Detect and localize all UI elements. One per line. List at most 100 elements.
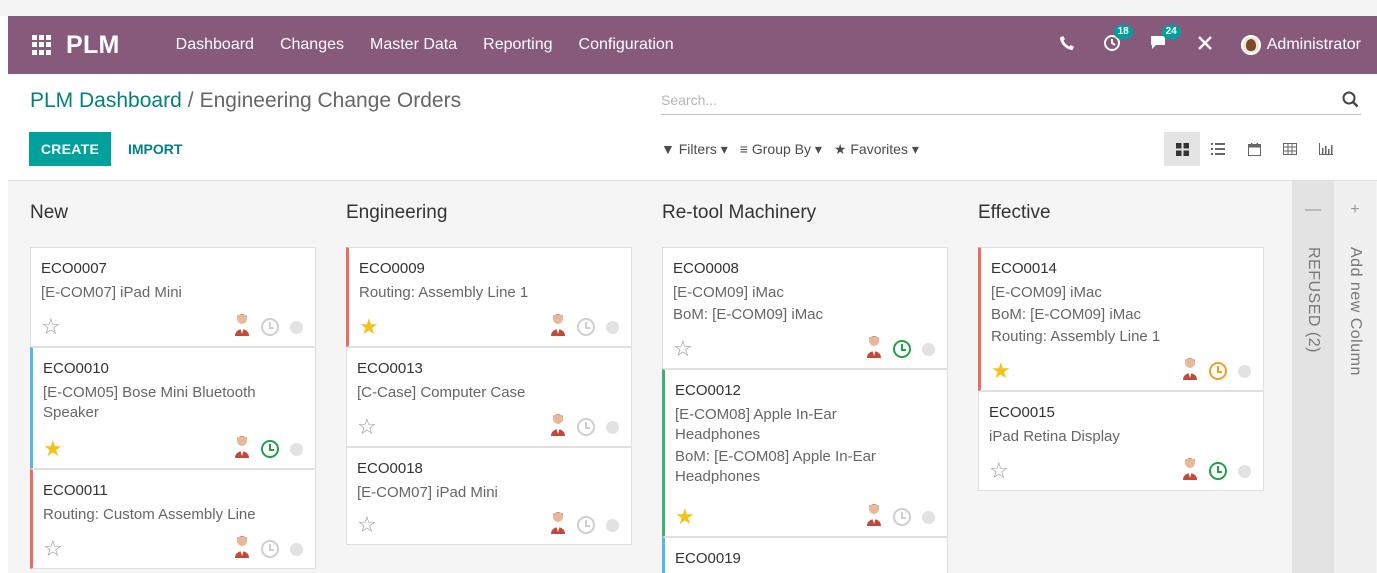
kanban-card[interactable]: ECO0010 [E-COM05] Bose Mini Bluetooth Sp…	[30, 347, 316, 469]
kanban-card[interactable]: ECO0008 [E-COM09] iMac BoM: [E-COM09] iM…	[662, 247, 948, 369]
column-title[interactable]: Effective	[978, 202, 1051, 224]
favorites-dropdown[interactable]: ★ Favorites ▾	[834, 141, 919, 158]
kanban-state-dot[interactable]	[606, 519, 619, 532]
search-input[interactable]	[661, 87, 1321, 113]
user-name[interactable]: Administrator	[1267, 36, 1361, 54]
filters-dropdown[interactable]: ▼ Filters ▾	[661, 141, 728, 158]
kanban-state-dot[interactable]	[290, 321, 303, 334]
star-icon[interactable]: ☆	[673, 338, 693, 360]
kanban-state-dot[interactable]	[290, 443, 303, 456]
card-reference: ECO0014	[991, 260, 1057, 277]
kanban-view-button[interactable]	[1164, 132, 1200, 166]
star-icon[interactable]: ★	[359, 316, 379, 338]
calendar-icon	[1247, 142, 1261, 156]
card-routing: Routing: Custom Assembly Line	[43, 506, 256, 523]
activity-clock-icon[interactable]	[1209, 362, 1227, 380]
card-routing: Routing: Assembly Line 1	[991, 328, 1161, 345]
kanban-card[interactable]: ECO0019	[662, 537, 948, 573]
kanban-state-dot[interactable]	[606, 421, 619, 434]
card-reference: ECO0018	[357, 460, 423, 477]
kanban-state-dot[interactable]	[1238, 365, 1251, 378]
column-title[interactable]: Engineering	[346, 202, 447, 224]
activity-clock-icon[interactable]	[1209, 462, 1227, 480]
calendar-view-button[interactable]	[1236, 132, 1272, 166]
view-switcher	[1164, 132, 1344, 166]
activity-clock-icon[interactable]	[893, 340, 911, 358]
kanban-card[interactable]: ECO0012 [E-COM08] Apple In-Ear Headphone…	[662, 369, 948, 537]
star-icon[interactable]: ☆	[357, 514, 377, 536]
group-by-dropdown[interactable]: ≡ Group By ▾	[740, 141, 822, 158]
card-product: [E-COM09] iMac	[991, 284, 1102, 301]
menu-item-master-data[interactable]: Master Data	[370, 36, 457, 54]
graph-view-button[interactable]	[1308, 132, 1344, 166]
kanban-card[interactable]: ECO0015 iPad Retina Display ☆	[978, 391, 1264, 491]
folded-column-refused[interactable]: — REFUSED (2)	[1292, 181, 1334, 573]
filters-label: Filters	[678, 141, 717, 157]
star-icon[interactable]: ☆	[41, 316, 61, 338]
kanban-card[interactable]: ECO0011 Routing: Custom Assembly Line ☆	[30, 469, 316, 569]
debug-tools-icon[interactable]	[1197, 35, 1213, 56]
column-title[interactable]: Re-tool Machinery	[662, 202, 816, 224]
breadcrumb: PLM Dashboard / Engineering Change Orders	[30, 89, 461, 113]
star-icon[interactable]: ☆	[989, 460, 1009, 482]
import-button[interactable]: IMPORT	[128, 141, 182, 157]
kanban-card[interactable]: ECO0013 [C-Case] Computer Case ☆	[346, 347, 632, 447]
card-product: iPad Retina Display	[989, 428, 1120, 445]
kanban-state-dot[interactable]	[1238, 465, 1251, 478]
navbar-systray: 18 24 Administrator	[1031, 16, 1361, 74]
star-icon[interactable]: ★	[43, 438, 63, 460]
menu-item-reporting[interactable]: Reporting	[483, 36, 552, 54]
activities-icon[interactable]: 18	[1103, 24, 1133, 57]
app-brand: PLM	[66, 30, 120, 59]
kanban-card[interactable]: ECO0007 [E-COM07] iPad Mini ☆	[30, 247, 316, 347]
pivot-view-button[interactable]	[1272, 132, 1308, 166]
plus-icon[interactable]: +	[1334, 201, 1376, 219]
activity-clock-icon[interactable]	[577, 418, 595, 436]
star-icon[interactable]: ☆	[357, 416, 377, 438]
group-by-label: Group By	[751, 141, 811, 157]
search-bar	[661, 87, 1361, 115]
kanban-card[interactable]: ECO0018 [E-COM07] iPad Mini ☆	[346, 447, 632, 545]
kanban-card[interactable]: ECO0014 [E-COM09] iMac BoM: [E-COM09] iM…	[978, 247, 1264, 391]
star-icon: ★	[833, 141, 847, 157]
card-bom: BoM: [E-COM09] iMac	[991, 306, 1142, 323]
card-reference: ECO0019	[675, 550, 741, 567]
card-reference: ECO0013	[357, 360, 423, 377]
activity-clock-icon[interactable]	[261, 540, 279, 558]
add-column-area[interactable]: + Add new Column	[1334, 181, 1376, 573]
column-title[interactable]: New	[30, 202, 68, 224]
activity-clock-icon[interactable]	[577, 318, 595, 336]
activity-clock-icon[interactable]	[261, 318, 279, 336]
star-icon[interactable]: ☆	[43, 538, 63, 560]
card-product: [E-COM08] Apple In-Ear Headphones	[675, 406, 837, 443]
user-avatar-icon	[235, 436, 249, 458]
user-avatar-icon	[1183, 358, 1197, 380]
create-button[interactable]: CREATE	[29, 132, 111, 166]
star-icon[interactable]: ★	[991, 360, 1011, 382]
list-view-button[interactable]	[1200, 132, 1236, 166]
phone-icon[interactable]	[1059, 35, 1075, 56]
kanban-card[interactable]: ECO0009 Routing: Assembly Line 1 ★	[346, 247, 632, 347]
activity-clock-icon[interactable]	[261, 440, 279, 458]
menu-item-changes[interactable]: Changes	[280, 36, 344, 54]
user-avatar-icon	[235, 536, 249, 558]
user-avatar-icon	[551, 314, 565, 336]
apps-grid-icon[interactable]	[32, 35, 52, 55]
caret-down-icon: ▾	[720, 141, 728, 157]
kanban-state-dot[interactable]	[922, 511, 935, 524]
card-product: [E-COM07] iPad Mini	[357, 484, 498, 501]
star-icon[interactable]: ★	[675, 506, 695, 528]
kanban-state-dot[interactable]	[606, 321, 619, 334]
fold-collapse-icon[interactable]: —	[1292, 201, 1334, 219]
menu-item-configuration[interactable]: Configuration	[579, 36, 674, 54]
folded-column-label: REFUSED (2)	[1305, 247, 1322, 353]
messages-icon[interactable]: 24	[1149, 24, 1181, 57]
kanban-state-dot[interactable]	[922, 343, 935, 356]
menu-item-dashboard[interactable]: Dashboard	[176, 36, 254, 54]
breadcrumb-parent[interactable]: PLM Dashboard	[30, 89, 182, 112]
activity-clock-icon[interactable]	[893, 508, 911, 526]
search-icon[interactable]	[1342, 91, 1359, 108]
kanban-state-dot[interactable]	[290, 543, 303, 556]
activity-clock-icon[interactable]	[577, 516, 595, 534]
user-avatar[interactable]	[1240, 35, 1261, 55]
